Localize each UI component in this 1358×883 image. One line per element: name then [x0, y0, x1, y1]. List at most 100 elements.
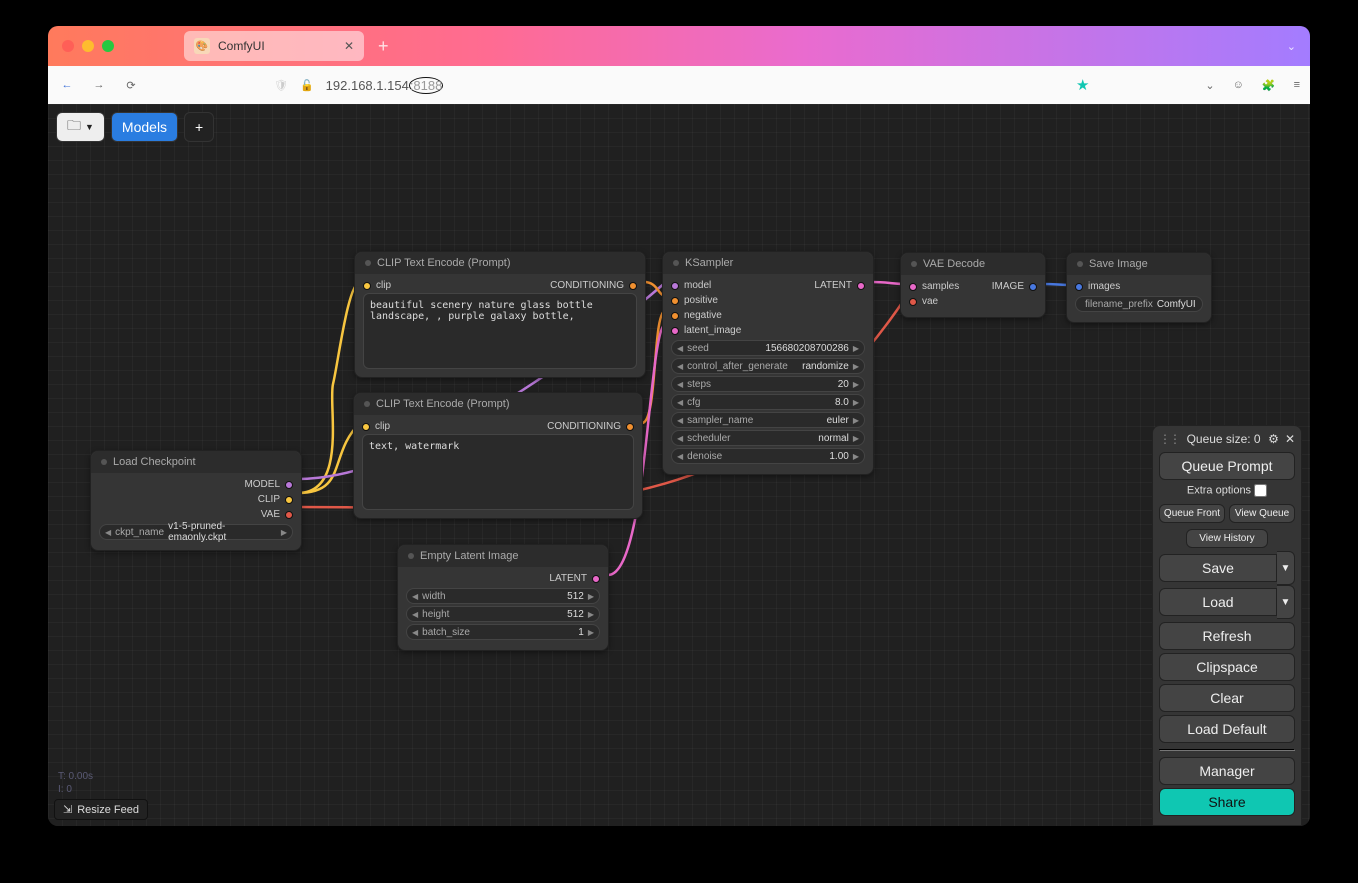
param-width[interactable]: ◀width512▶ [406, 588, 600, 604]
param-sampler-name[interactable]: ◀sampler_nameeuler▶ [671, 412, 865, 428]
output-port-latent[interactable] [592, 575, 600, 583]
pocket-icon[interactable]: ⌄ [1205, 79, 1214, 92]
tab-comfyui[interactable]: 🎨 ComfyUI ✕ [184, 31, 364, 61]
close-icon[interactable]: ✕ [1285, 432, 1295, 446]
node-vae-decode[interactable]: VAE Decode samples IMAGE vae [900, 252, 1046, 318]
port-label: LATENT [549, 573, 587, 584]
node-clip-text-encode-negative[interactable]: CLIP Text Encode (Prompt) clip CONDITION… [353, 392, 643, 519]
param-label: height [422, 609, 449, 620]
output-port-model[interactable] [285, 481, 293, 489]
param-scheduler[interactable]: ◀schedulernormal▶ [671, 430, 865, 446]
clear-button[interactable]: Clear [1159, 684, 1295, 712]
port-label: positive [684, 295, 718, 306]
output-port-vae[interactable] [285, 511, 293, 519]
load-button[interactable]: Load [1159, 588, 1277, 616]
favicon: 🎨 [194, 38, 210, 54]
manager-button[interactable]: Manager [1159, 757, 1295, 785]
output-port-conditioning[interactable] [626, 423, 634, 431]
output-port-clip[interactable] [285, 496, 293, 504]
param-ckpt-name[interactable]: ◀ckpt_name v1-5-pruned-emaonly.ckpt▶ [99, 524, 293, 540]
port-label: IMAGE [992, 281, 1024, 292]
param-seed[interactable]: ◀seed156680208700286▶ [671, 340, 865, 356]
gear-icon[interactable]: ⚙ [1268, 432, 1279, 446]
load-dropdown[interactable]: ▼ [1277, 585, 1295, 619]
tabs-dropdown-icon[interactable]: ⌄ [1287, 40, 1296, 53]
input-port-negative[interactable] [671, 312, 679, 320]
output-port-image[interactable] [1029, 283, 1037, 291]
minimize-window-button[interactable] [82, 40, 94, 52]
resize-feed-label: Resize Feed [77, 804, 139, 816]
back-button[interactable]: ← [58, 79, 76, 91]
queue-panel[interactable]: ⋮⋮ Queue size: 0 ⚙ ✕ Queue Prompt Extra … [1152, 425, 1302, 826]
input-port-clip[interactable] [363, 282, 371, 290]
clipspace-button[interactable]: Clipspace [1159, 653, 1295, 681]
view-queue-button[interactable]: View Queue [1229, 504, 1295, 523]
param-height[interactable]: ◀height512▶ [406, 606, 600, 622]
folder-icon: 🗀 [67, 115, 81, 139]
param-denoise[interactable]: ◀denoise1.00▶ [671, 448, 865, 464]
models-label: Models [122, 119, 167, 135]
input-port-vae[interactable] [909, 298, 917, 306]
node-save-image[interactable]: Save Image images filename_prefix ComfyU… [1066, 252, 1212, 323]
status-text: T: 0.00s I: 0 [58, 770, 93, 796]
shield-icon[interactable]: 🛡 [274, 79, 288, 92]
node-clip-text-encode-positive[interactable]: CLIP Text Encode (Prompt) clip CONDITION… [354, 251, 646, 378]
port-label: CLIP [258, 494, 280, 505]
close-tab-icon[interactable]: ✕ [344, 39, 354, 53]
param-cfg[interactable]: ◀cfg8.0▶ [671, 394, 865, 410]
param-value: euler [827, 415, 849, 426]
prompt-textarea[interactable]: beautiful scenery nature glass bottle la… [363, 293, 637, 369]
queue-size-label: Queue size: 0 [1185, 432, 1262, 446]
input-port-clip[interactable] [362, 423, 370, 431]
save-button[interactable]: Save [1159, 554, 1277, 582]
node-title: Empty Latent Image [420, 550, 518, 562]
output-port-latent[interactable] [857, 282, 865, 290]
add-button[interactable]: + [184, 112, 214, 142]
url-host: 192.168.1.154 [326, 78, 409, 93]
input-port-positive[interactable] [671, 297, 679, 305]
param-label: steps [687, 379, 711, 390]
extra-options-checkbox[interactable] [1254, 484, 1267, 497]
input-port-latent-image[interactable] [671, 327, 679, 335]
folder-button[interactable]: 🗀 ▼ [56, 112, 105, 142]
account-icon[interactable]: ☺ [1233, 79, 1244, 91]
input-port-images[interactable] [1075, 283, 1083, 291]
param-batch-size[interactable]: ◀batch_size1▶ [406, 624, 600, 640]
input-port-model[interactable] [671, 282, 679, 290]
share-button[interactable]: Share [1159, 788, 1295, 816]
save-dropdown[interactable]: ▼ [1277, 551, 1295, 585]
lock-icon[interactable]: 🔓 [300, 79, 314, 92]
menu-icon[interactable]: ≡ [1294, 79, 1300, 91]
models-button[interactable]: Models [111, 112, 178, 142]
address-text[interactable]: 192.168.1.154:8188 [326, 78, 444, 93]
queue-front-button[interactable]: Queue Front [1159, 504, 1225, 523]
node-ksampler[interactable]: KSampler model LATENT positive negative … [662, 251, 874, 475]
drag-handle-icon[interactable]: ⋮⋮ [1159, 432, 1179, 446]
view-history-button[interactable]: View History [1186, 529, 1268, 548]
new-tab-button[interactable]: + [378, 36, 389, 57]
comfyui-canvas[interactable]: 🗀 ▼ Models + Load Checkpoint MODEL CLIP … [48, 104, 1310, 826]
forward-button[interactable]: → [90, 79, 108, 91]
maximize-window-button[interactable] [102, 40, 114, 52]
param-label: denoise [687, 451, 722, 462]
reload-button[interactable]: ⟳ [122, 79, 140, 92]
chevron-down-icon: ▼ [85, 122, 94, 132]
param-filename-prefix[interactable]: filename_prefix ComfyUI [1075, 296, 1203, 312]
extensions-icon[interactable]: 🧩 [1262, 79, 1276, 92]
resize-feed-button[interactable]: ⇲ Resize Feed [54, 799, 148, 820]
param-steps[interactable]: ◀steps20▶ [671, 376, 865, 392]
input-port-samples[interactable] [909, 283, 917, 291]
node-empty-latent-image[interactable]: Empty Latent Image LATENT ◀width512▶ ◀he… [397, 544, 609, 651]
queue-prompt-button[interactable]: Queue Prompt [1159, 452, 1295, 480]
close-window-button[interactable] [62, 40, 74, 52]
bookmark-star-icon[interactable]: ★ [1076, 76, 1089, 94]
node-load-checkpoint[interactable]: Load Checkpoint MODEL CLIP VAE ◀ckpt_nam… [90, 450, 302, 551]
param-value: 1.00 [829, 451, 848, 462]
param-control-after-generate[interactable]: ◀control_after_generaterandomize▶ [671, 358, 865, 374]
refresh-button[interactable]: Refresh [1159, 622, 1295, 650]
load-default-button[interactable]: Load Default [1159, 715, 1295, 743]
param-value: 156680208700286 [765, 343, 848, 354]
prompt-textarea[interactable]: text, watermark [362, 434, 634, 510]
node-title: CLIP Text Encode (Prompt) [377, 257, 511, 269]
output-port-conditioning[interactable] [629, 282, 637, 290]
